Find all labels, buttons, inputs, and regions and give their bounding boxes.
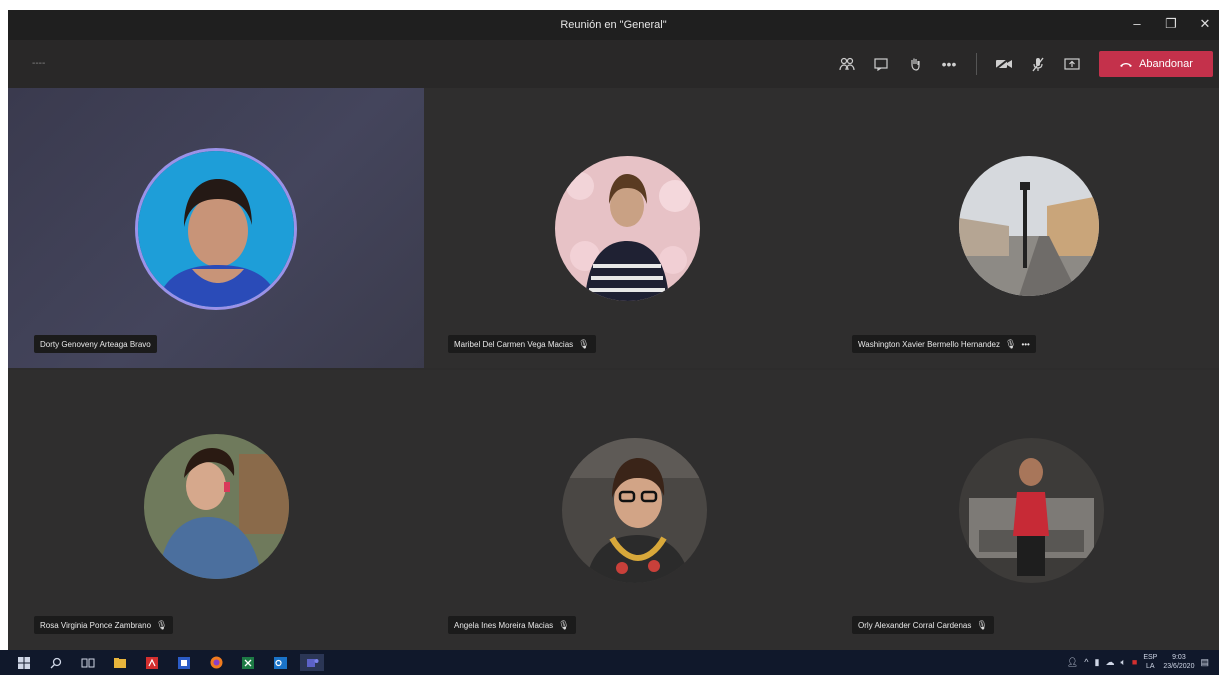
outlook-icon[interactable] <box>268 654 292 671</box>
cloud-icon[interactable]: ☁︎ <box>1105 657 1114 668</box>
more-options-button[interactable]: ••• <box>932 51 966 77</box>
language-indicator[interactable]: ESP LA <box>1143 653 1157 671</box>
leave-label: Abandonar <box>1139 58 1193 70</box>
clock-date: 23/6/2020 <box>1163 663 1195 670</box>
participant-avatar <box>959 156 1099 296</box>
participant-more-button[interactable]: ••• <box>1021 340 1029 349</box>
participant-nametag: Orly Alexander Corral Cardenas 🎙︎ <box>852 616 994 634</box>
participant-name: Angela Ines Moreira Macias <box>454 620 554 630</box>
participant-nametag: Rosa Virginia Ponce Zambrano 🎙︎ <box>34 616 174 634</box>
participant-name: Dorty Genoveny Arteaga Bravo <box>40 339 151 349</box>
mic-muted-icon: 🎙︎ <box>156 619 168 630</box>
taskbar-clock[interactable]: 9:03 23/6/2020 <box>1163 653 1194 671</box>
mic-muted-icon: 🎙︎ <box>578 338 590 349</box>
notifications-icon[interactable]: ▤ <box>1200 657 1209 668</box>
people-icon[interactable]: 👤︎ <box>1067 657 1078 668</box>
participant-name: Maribel Del Carmen Vega Macias <box>454 339 574 349</box>
hang-up-icon <box>1120 63 1133 67</box>
participant-avatar <box>959 438 1104 583</box>
close-icon[interactable]: ✕ <box>1197 16 1213 32</box>
raise-hand-button[interactable] <box>898 51 932 77</box>
participant-tile[interactable]: Orly Alexander Corral Cardenas 🎙︎ <box>826 370 1219 650</box>
file-explorer-icon[interactable] <box>108 654 132 671</box>
leave-button[interactable]: Abandonar <box>1099 51 1213 77</box>
participant-nametag: Washington Xavier Bermello Hernandez 🎙︎ … <box>852 335 1036 353</box>
participants-button[interactable] <box>830 51 864 77</box>
mic-muted-icon: 🎙︎ <box>976 619 988 630</box>
participant-tile[interactable]: Rosa Virginia Ponce Zambrano 🎙︎ <box>8 370 424 650</box>
meeting-timer: ---- <box>32 58 46 69</box>
participant-tile[interactable]: Dorty Genoveny Arteaga Bravo <box>8 88 424 368</box>
window-title: Reunión en "General" <box>560 19 667 31</box>
participant-avatar <box>144 434 289 579</box>
network-icon[interactable]: ▮ <box>1095 657 1100 668</box>
participant-name: Rosa Virginia Ponce Zambrano <box>40 620 152 630</box>
mic-muted-icon: 🎙︎ <box>1005 338 1017 349</box>
raise-hand-icon <box>911 58 920 71</box>
participant-name: Orly Alexander Corral Cardenas <box>858 620 972 630</box>
firefox-icon[interactable] <box>204 654 228 671</box>
search-icon[interactable] <box>44 654 68 671</box>
teams-window: Reunión en "General" – ❐ ✕ ---- ••• Aban… <box>8 10 1219 650</box>
title-bar: Reunión en "General" – ❐ ✕ <box>8 10 1219 40</box>
acrobat-icon[interactable] <box>140 654 164 671</box>
participant-nametag: Dorty Genoveny Arteaga Bravo <box>34 335 157 353</box>
toolbar-divider <box>976 53 977 75</box>
chat-icon <box>874 57 888 71</box>
participant-name: Washington Xavier Bermello Hernandez <box>858 339 1000 349</box>
restore-icon[interactable]: ❐ <box>1163 16 1179 32</box>
language-layout: LA <box>1146 663 1155 670</box>
camera-off-icon <box>995 58 1012 70</box>
antivirus-icon[interactable]: ■ <box>1132 657 1137 667</box>
minimize-icon[interactable]: – <box>1129 16 1145 32</box>
windows-start-icon[interactable] <box>12 654 36 671</box>
chevron-up-icon[interactable]: ^ <box>1084 657 1088 667</box>
language-code: ESP <box>1143 654 1158 661</box>
participant-nametag: Maribel Del Carmen Vega Macias 🎙︎ <box>448 335 596 353</box>
participant-nametag: Angela Ines Moreira Macias 🎙︎ <box>448 616 576 634</box>
participant-tile[interactable]: Washington Xavier Bermello Hernandez 🎙︎ … <box>826 88 1219 368</box>
participant-tile[interactable]: Maribel Del Carmen Vega Macias 🎙︎ <box>424 88 826 368</box>
volume-icon[interactable]: 🔈︎ <box>1120 657 1125 668</box>
windows-taskbar: 👤︎ ^ ▮ ☁︎ 🔈︎ ■ ESP LA 9:03 23/6/2020 ▤ <box>0 650 1219 675</box>
participant-avatar <box>555 156 700 301</box>
participant-avatar <box>135 148 297 310</box>
teams-icon[interactable] <box>300 654 324 671</box>
participants-icon <box>839 57 855 71</box>
chat-button[interactable] <box>864 51 898 77</box>
mic-button[interactable] <box>1021 51 1055 77</box>
video-grid: Dorty Genoveny Arteaga Bravo Maribel Del… <box>8 88 1219 650</box>
share-screen-button[interactable] <box>1055 51 1089 77</box>
excel-icon[interactable] <box>236 654 260 671</box>
mic-off-icon <box>1032 57 1044 71</box>
camera-button[interactable] <box>987 51 1021 77</box>
participant-avatar <box>562 438 707 583</box>
participant-tile[interactable]: Angela Ines Moreira Macias 🎙︎ <box>424 370 826 650</box>
word-icon[interactable] <box>172 654 196 671</box>
task-view-icon[interactable] <box>76 654 100 671</box>
meeting-toolbar: ---- ••• Abandonar <box>8 40 1219 88</box>
clock-time: 9:03 <box>1172 654 1186 661</box>
mic-muted-icon: 🎙︎ <box>558 619 570 630</box>
share-screen-icon <box>1064 57 1080 70</box>
